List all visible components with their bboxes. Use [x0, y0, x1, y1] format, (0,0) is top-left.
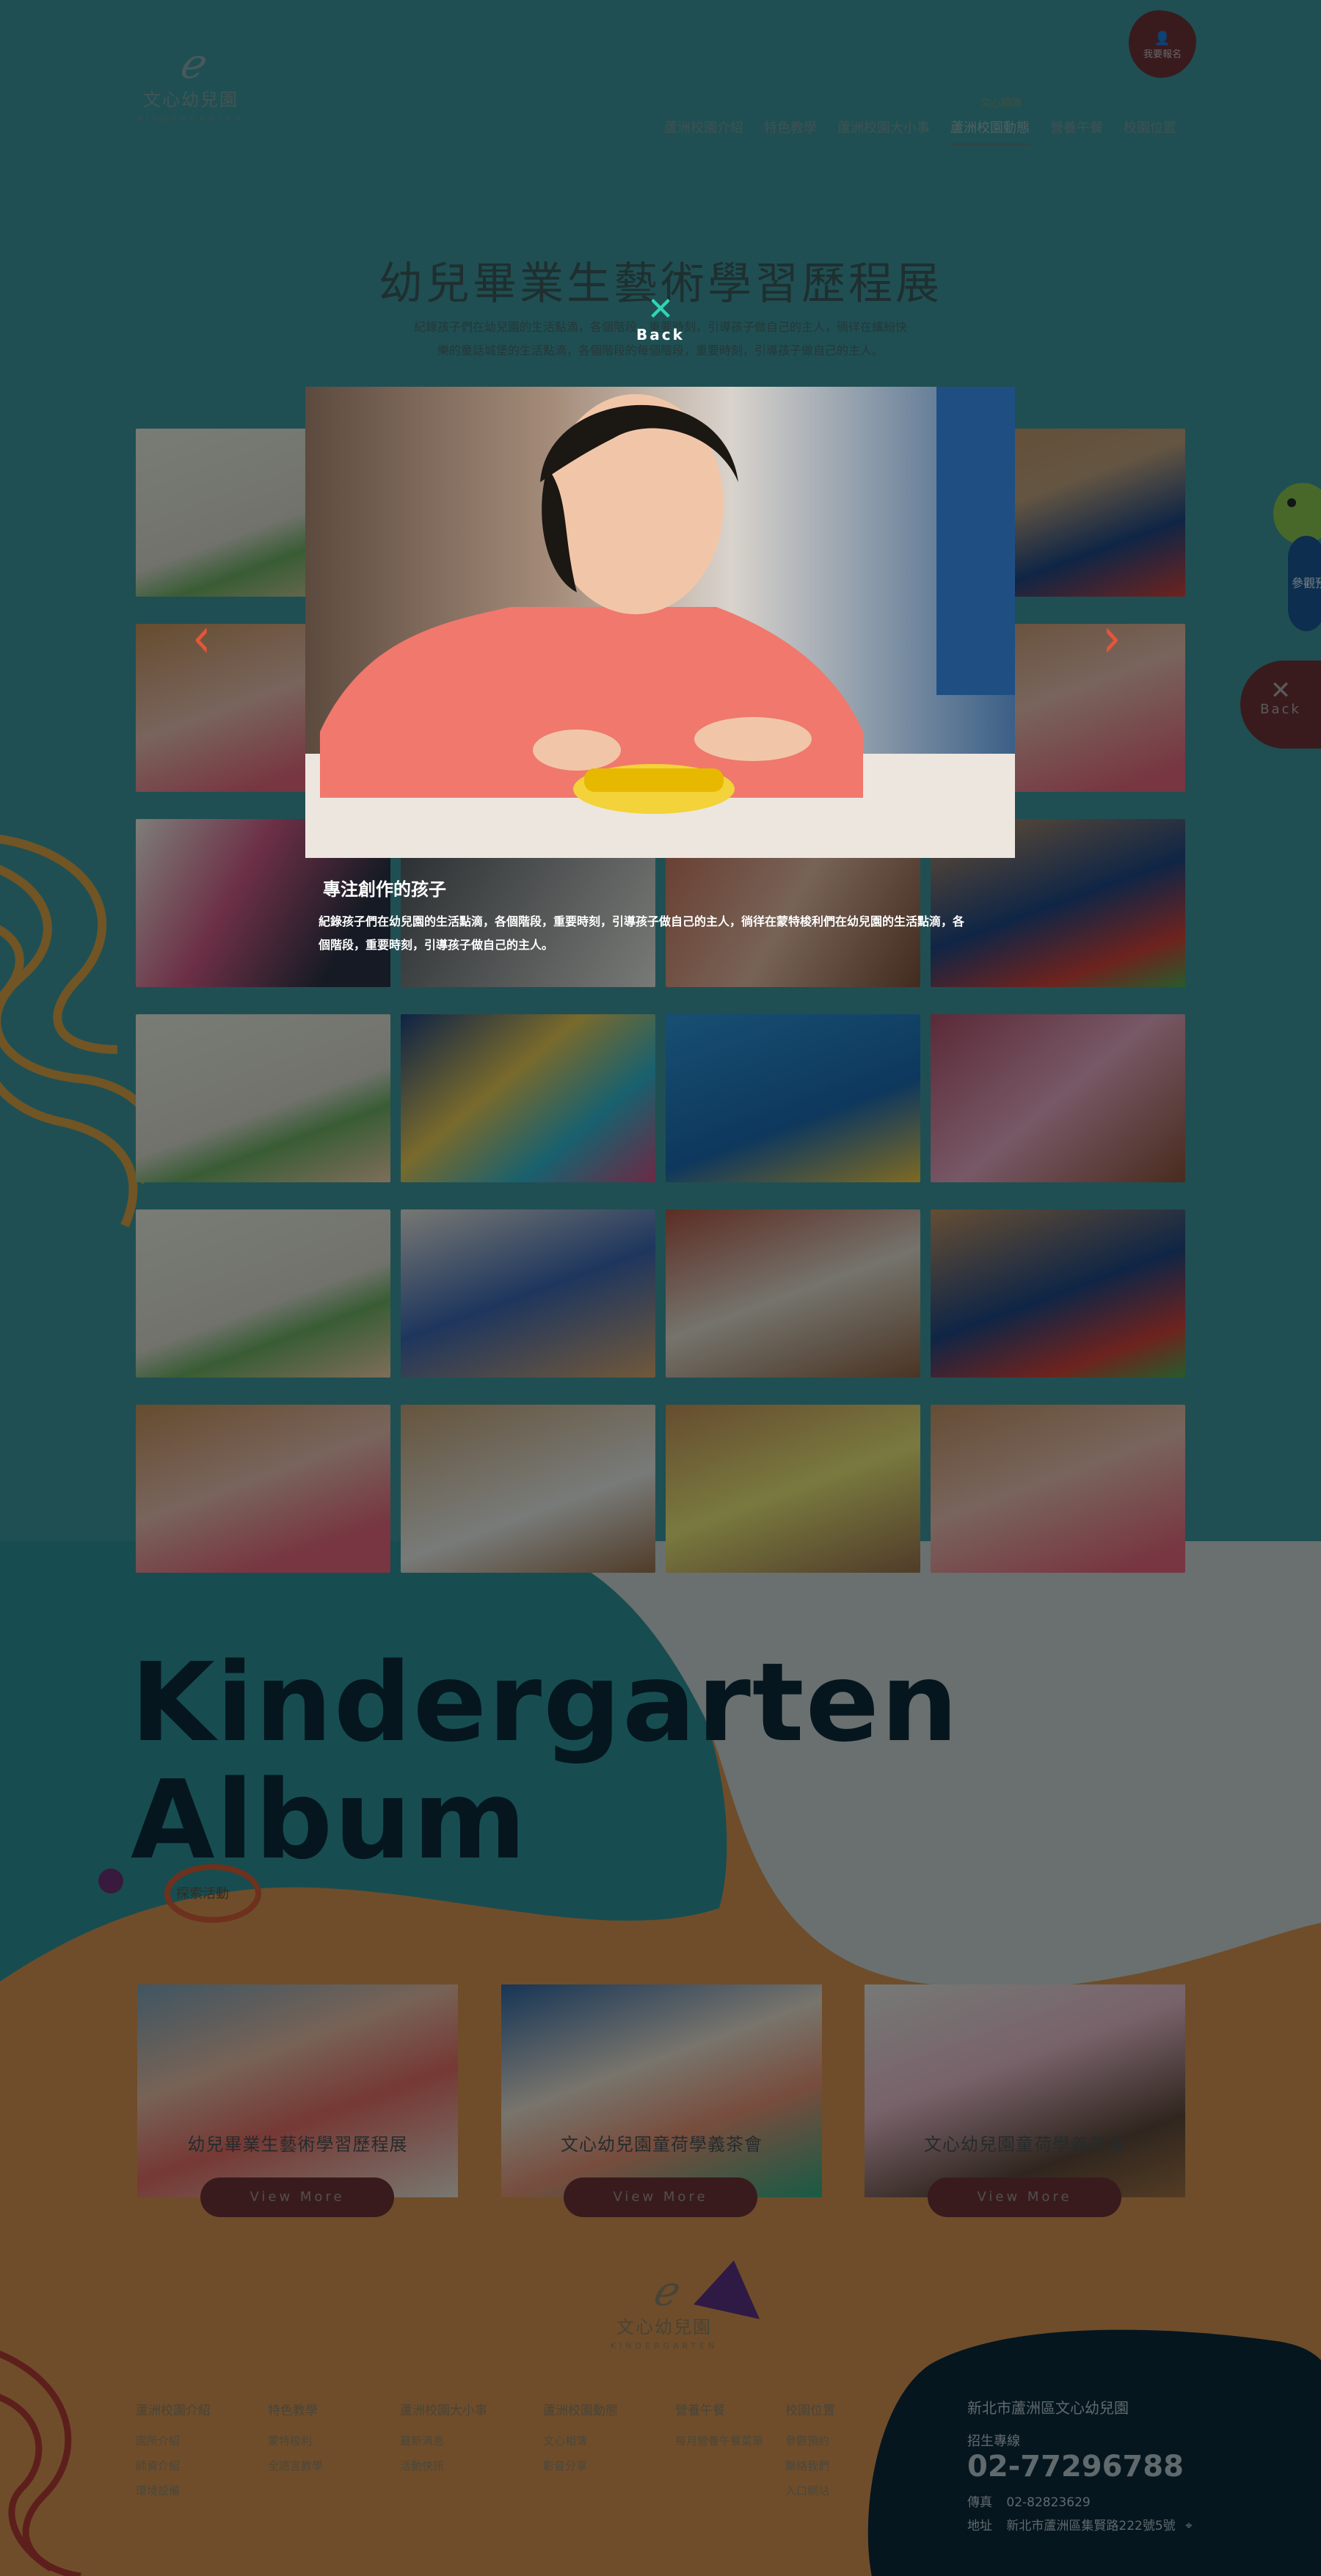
lightbox-prev-arrow-icon[interactable]: ‹: [192, 611, 211, 667]
lightbox-close-button[interactable]: ✕ Back: [624, 294, 697, 352]
lightbox-description: 紀錄孩子們在幼兒園的生活點滴，各個階段，重要時刻，引導孩子做自己的主人，徜徉在蒙…: [319, 914, 965, 952]
lightbox-photo: [305, 387, 1015, 858]
lightbox-next-arrow-icon[interactable]: ›: [1102, 611, 1121, 667]
lightbox-title: 專注創作的孩子: [323, 879, 446, 900]
lightbox-close-label: Back: [636, 326, 685, 343]
lightbox-image: [305, 387, 1015, 858]
close-icon: ✕: [647, 291, 674, 328]
